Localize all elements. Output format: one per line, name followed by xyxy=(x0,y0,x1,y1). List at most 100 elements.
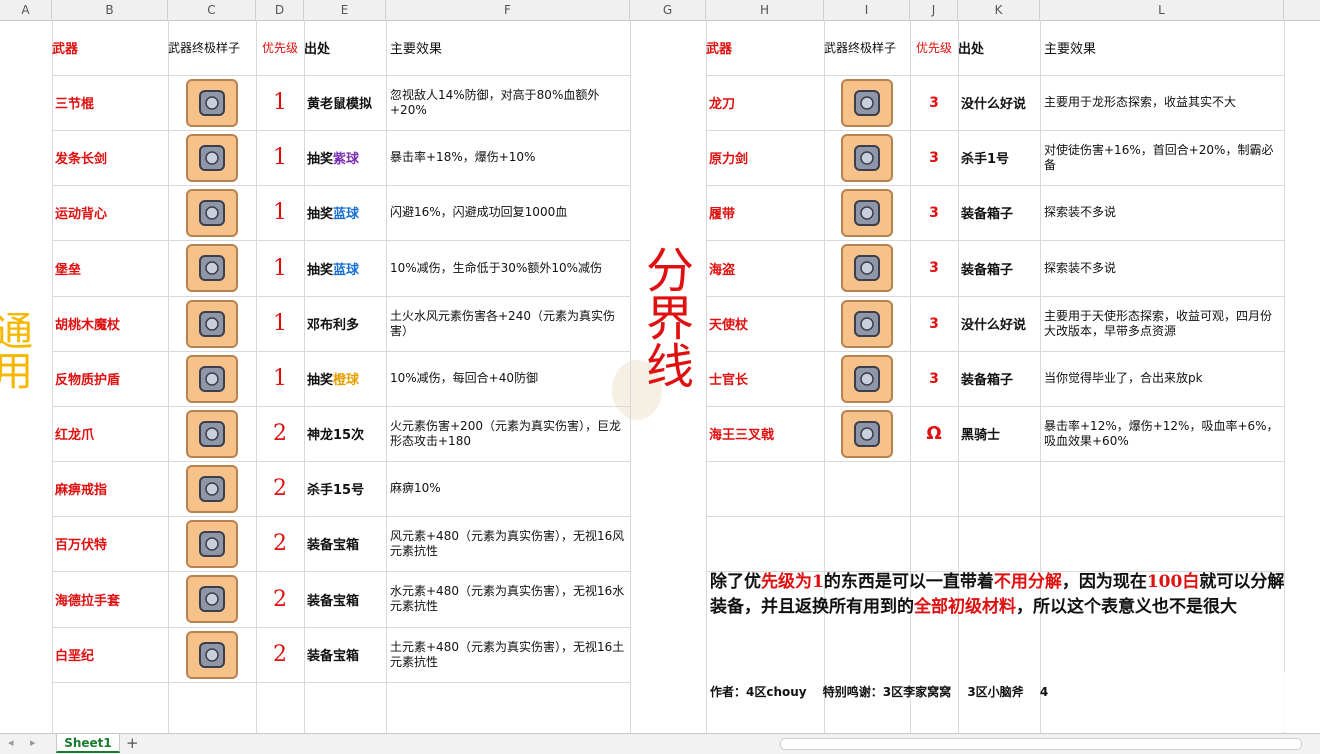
weapon-image[interactable] xyxy=(824,130,910,185)
weapon-image[interactable] xyxy=(168,461,256,516)
priority-value[interactable]: 1 xyxy=(256,75,304,130)
source[interactable]: 黄老鼠模拟 xyxy=(304,75,386,130)
weapon-name[interactable]: 发条长剑 xyxy=(52,130,168,185)
column-header-e[interactable]: E xyxy=(304,0,386,20)
horizontal-scrollbar[interactable] xyxy=(780,738,1302,750)
weapon-image[interactable] xyxy=(824,75,910,130)
weapon-name[interactable]: 海王三叉戟 xyxy=(706,406,824,461)
effect[interactable]: 探索装不多说 xyxy=(1040,240,1284,296)
source[interactable]: 抽奖 蓝球 xyxy=(304,185,386,240)
weapon-name[interactable]: 天使杖 xyxy=(706,296,824,351)
source[interactable]: 装备箱子 xyxy=(958,240,1040,296)
nav-first-icon[interactable]: ◂ xyxy=(8,736,14,749)
source[interactable]: 抽奖 橙球 xyxy=(304,351,386,406)
effect[interactable]: 火元素伤害+200（元素为真实伤害），巨龙形态攻击+180 xyxy=(386,406,630,461)
source[interactable]: 杀手1号 xyxy=(958,130,1040,185)
source[interactable]: 装备宝箱 xyxy=(304,516,386,571)
weapon-image[interactable] xyxy=(168,406,256,461)
source[interactable]: 黑骑士 xyxy=(958,406,1040,461)
weapon-name[interactable]: 反物质护盾 xyxy=(52,351,168,406)
source[interactable]: 没什么好说 xyxy=(958,75,1040,130)
column-header-g[interactable]: G xyxy=(630,0,706,20)
nav-last-icon[interactable]: ▸ xyxy=(30,736,36,749)
priority-value[interactable]: 3 xyxy=(910,185,958,240)
source[interactable]: 装备宝箱 xyxy=(304,627,386,682)
effect[interactable]: 主要用于天使形态探索，收益可观，四月份大改版本，早带多点资源 xyxy=(1040,296,1284,351)
priority-value[interactable]: 3 xyxy=(910,296,958,351)
priority-value[interactable]: 2 xyxy=(256,516,304,571)
column-header-f[interactable]: F xyxy=(386,0,630,20)
priority-value[interactable]: Ω xyxy=(910,406,958,461)
weapon-name[interactable]: 原力剑 xyxy=(706,130,824,185)
weapon-image[interactable] xyxy=(168,185,256,240)
weapon-name[interactable]: 龙刀 xyxy=(706,75,824,130)
weapon-name[interactable]: 三节棍 xyxy=(52,75,168,130)
weapon-image[interactable] xyxy=(824,185,910,240)
source[interactable]: 杀手15号 xyxy=(304,461,386,516)
header-effect[interactable]: 主要效果 xyxy=(1040,20,1284,75)
header-priority[interactable]: 优先级 xyxy=(256,20,304,75)
header-weapon[interactable]: 武器 xyxy=(52,20,168,75)
priority-value[interactable]: 2 xyxy=(256,461,304,516)
effect[interactable]: 风元素+480（元素为真实伤害），无视16风元素抗性 xyxy=(386,516,630,571)
effect[interactable]: 土元素+480（元素为真实伤害），无视16土元素抗性 xyxy=(386,627,630,682)
column-header-j[interactable]: J xyxy=(910,0,958,20)
header-weapon[interactable]: 武器 xyxy=(706,20,824,75)
sheet-tab[interactable]: Sheet1 xyxy=(56,734,120,753)
effect[interactable]: 10%减伤，生命低于30%额外10%减伤 xyxy=(386,240,630,296)
weapon-image[interactable] xyxy=(168,627,256,682)
effect[interactable]: 主要用于龙形态探索，收益其实不大 xyxy=(1040,75,1284,130)
weapon-image[interactable] xyxy=(824,406,910,461)
weapon-name[interactable]: 海盗 xyxy=(706,240,824,296)
weapon-name[interactable]: 履带 xyxy=(706,185,824,240)
source[interactable]: 抽奖 蓝球 xyxy=(304,240,386,296)
weapon-image[interactable] xyxy=(168,75,256,130)
priority-value[interactable]: 3 xyxy=(910,75,958,130)
priority-value[interactable]: 2 xyxy=(256,627,304,682)
header-sample[interactable]: 武器终极样子 xyxy=(168,20,256,75)
source[interactable]: 装备箱子 xyxy=(958,351,1040,406)
effect[interactable]: 麻痹10% xyxy=(386,461,630,516)
effect[interactable]: 当你觉得毕业了，合出来放pk xyxy=(1040,351,1284,406)
source[interactable]: 抽奖 紫球 xyxy=(304,130,386,185)
header-sample[interactable]: 武器终极样子 xyxy=(824,20,910,75)
priority-value[interactable]: 1 xyxy=(256,130,304,185)
effect[interactable]: 水元素+480（元素为真实伤害），无视16水元素抗性 xyxy=(386,571,630,627)
priority-value[interactable]: 1 xyxy=(256,240,304,296)
weapon-name[interactable]: 白垩纪 xyxy=(52,627,168,682)
column-header-i[interactable]: I xyxy=(824,0,910,20)
priority-value[interactable]: 3 xyxy=(910,240,958,296)
effect[interactable]: 10%减伤，每回合+40防御 xyxy=(386,351,630,406)
column-header-c[interactable]: C xyxy=(168,0,256,20)
header-source[interactable]: 出处 xyxy=(304,20,386,75)
weapon-image[interactable] xyxy=(824,296,910,351)
source[interactable]: 没什么好说 xyxy=(958,296,1040,351)
column-header-k[interactable]: K xyxy=(958,0,1040,20)
priority-value[interactable]: 2 xyxy=(256,406,304,461)
source[interactable]: 邓布利多 xyxy=(304,296,386,351)
column-header-h[interactable]: H xyxy=(706,0,824,20)
column-header-l[interactable]: L xyxy=(1040,0,1284,20)
column-header-d[interactable]: D xyxy=(256,0,304,20)
spreadsheet-grid[interactable]: 通用 分界线 武器 武器终极样子 优先级 出处 主要效果 武器 武器终极样子 优先级 出处 主要效… xyxy=(0,20,1320,733)
effect[interactable]: 闪避16%，闪避成功回复1000血 xyxy=(386,185,630,240)
weapon-image[interactable] xyxy=(168,296,256,351)
effect[interactable]: 忽视敌人14%防御，对高于80%血额外+20% xyxy=(386,75,630,130)
source[interactable]: 装备箱子 xyxy=(958,185,1040,240)
weapon-name[interactable]: 士官长 xyxy=(706,351,824,406)
priority-value[interactable]: 1 xyxy=(256,351,304,406)
column-header-a[interactable]: A xyxy=(0,0,52,20)
source[interactable]: 神龙15次 xyxy=(304,406,386,461)
weapon-name[interactable]: 麻痹戒指 xyxy=(52,461,168,516)
source[interactable]: 装备宝箱 xyxy=(304,571,386,627)
priority-value[interactable]: 2 xyxy=(256,571,304,627)
effect[interactable]: 探索装不多说 xyxy=(1040,185,1284,240)
weapon-image[interactable] xyxy=(824,240,910,296)
weapon-name[interactable]: 海德拉手套 xyxy=(52,571,168,627)
header-effect[interactable]: 主要效果 xyxy=(386,20,630,75)
priority-value[interactable]: 1 xyxy=(256,296,304,351)
priority-value[interactable]: 3 xyxy=(910,351,958,406)
weapon-image[interactable] xyxy=(168,130,256,185)
weapon-image[interactable] xyxy=(168,571,256,627)
weapon-image[interactable] xyxy=(168,351,256,406)
